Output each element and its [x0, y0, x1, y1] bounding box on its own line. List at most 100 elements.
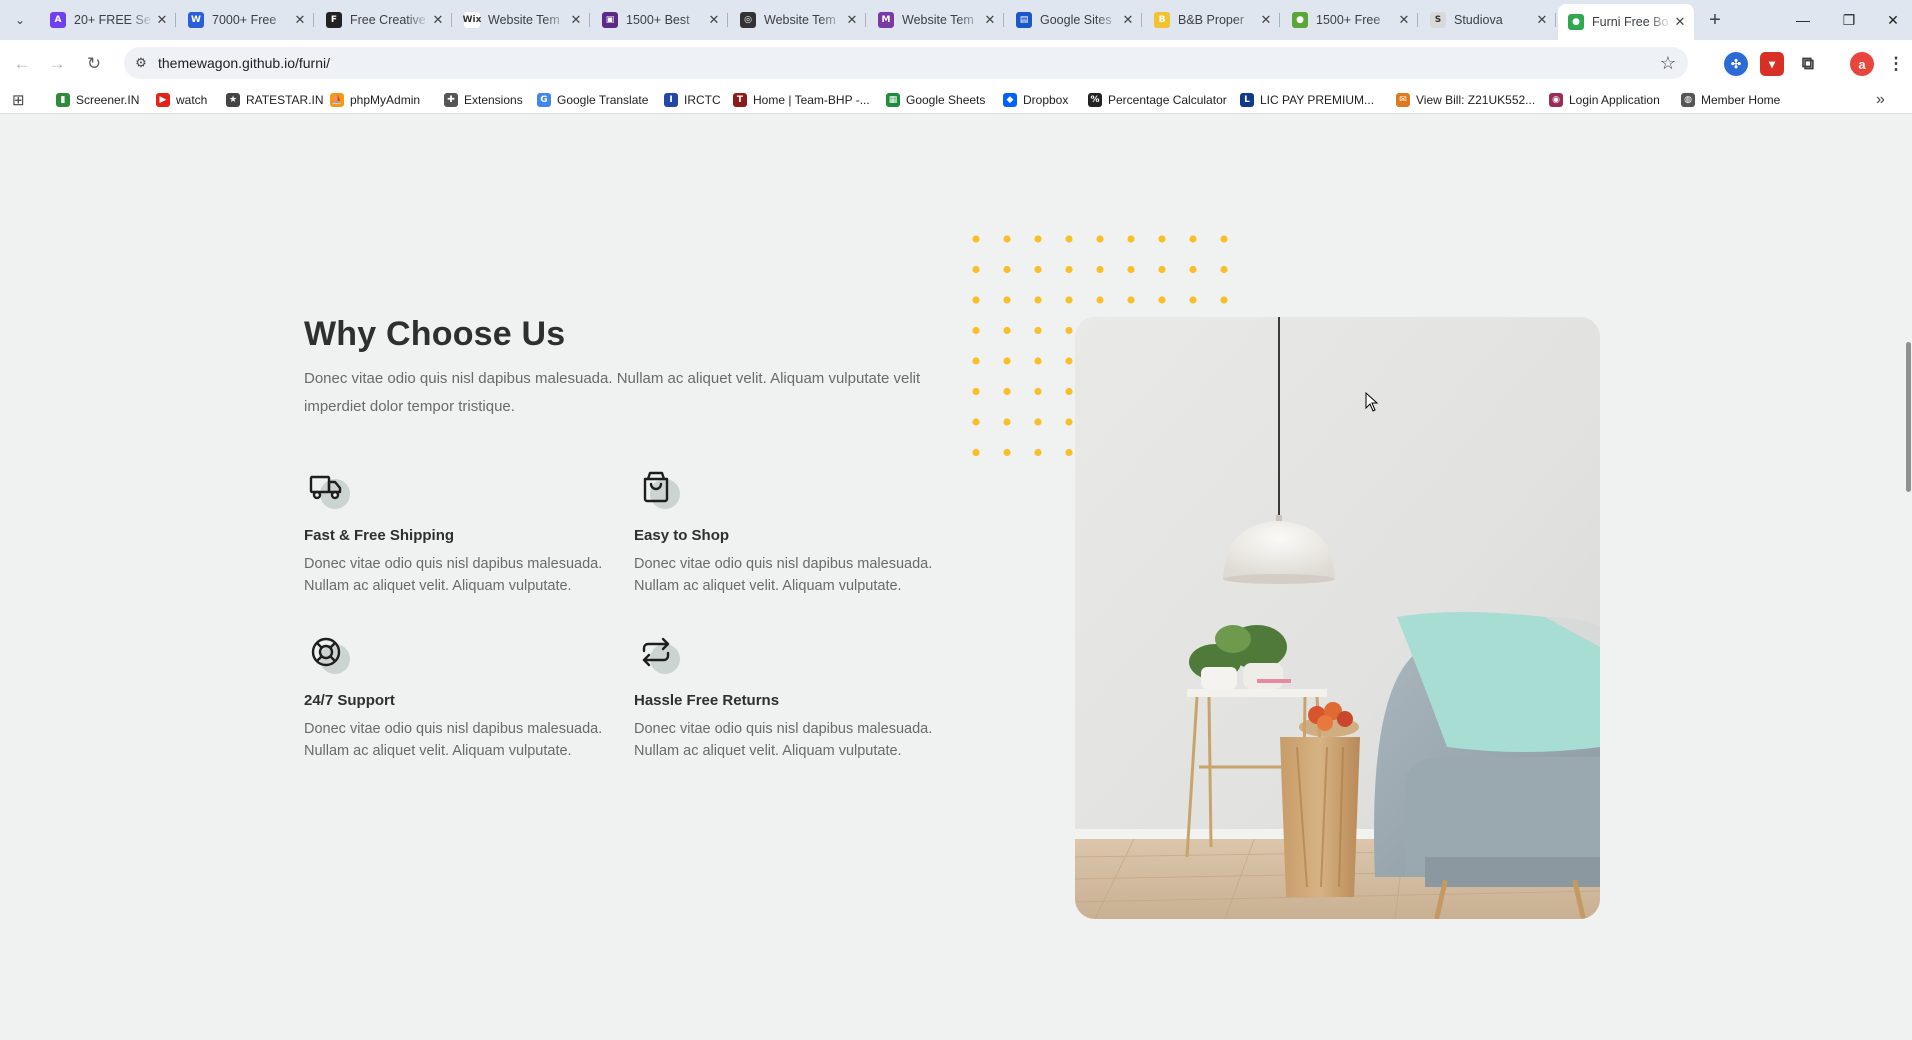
browser-tab[interactable]: S Studiova ✕	[1420, 6, 1556, 34]
tab-title: Website Tem	[902, 13, 974, 27]
bookmark-item[interactable]: G Google Translate	[537, 90, 648, 110]
restore-button[interactable]: ❐	[1826, 0, 1872, 40]
accent-dot	[1065, 448, 1073, 457]
accent-dot	[1189, 265, 1197, 274]
tab-close-icon[interactable]: ✕	[706, 12, 722, 28]
tab-title: Free Creative	[350, 13, 426, 27]
accent-dot	[1220, 265, 1228, 274]
tab-title: 20+ FREE Se	[74, 13, 151, 27]
bookmark-item[interactable]: ▦ Google Sheets	[886, 90, 985, 110]
bookmark-label: Login Application	[1569, 93, 1660, 107]
bookmark-item[interactable]: ✚ Extensions	[444, 90, 523, 110]
tab-close-icon[interactable]: ✕	[1258, 12, 1274, 28]
accent-dot	[1034, 235, 1042, 243]
site-info-icon[interactable]: ⚙	[124, 55, 158, 71]
url-text[interactable]: themewagon.github.io/furni/	[158, 55, 330, 71]
browser-tab[interactable]: ▣ 1500+ Best ✕	[592, 6, 728, 34]
accent-dot	[972, 418, 980, 426]
tab-title: Google Sites	[1040, 13, 1112, 27]
bookmark-item[interactable]: ◍ Member Home	[1681, 90, 1780, 110]
bookmark-favicon-icon: T	[733, 93, 747, 107]
minimize-button[interactable]: —	[1780, 0, 1826, 40]
reload-button[interactable]: ↻	[80, 50, 108, 78]
accent-dot	[972, 265, 980, 274]
accent-dot	[972, 387, 980, 396]
tab-close-icon[interactable]: ✕	[1534, 12, 1550, 28]
new-tab-button[interactable]: +	[1702, 8, 1728, 32]
accent-dot	[1127, 296, 1135, 304]
bookmark-label: Google Sheets	[906, 93, 986, 107]
bookmark-item[interactable]: % Percentage Calculator	[1088, 90, 1227, 110]
tab-favicon-icon: ●	[1292, 12, 1308, 28]
extension-globe-icon[interactable]: ✣	[1724, 52, 1748, 76]
bookmark-favicon-icon: L	[1240, 93, 1254, 107]
tab-close-icon[interactable]: ✕	[154, 12, 170, 28]
scrollbar-thumb[interactable]	[1906, 342, 1911, 492]
bookmark-favicon-icon: ✚	[444, 93, 458, 107]
tab-separator	[589, 13, 590, 27]
bookmark-star-icon[interactable]: ☆	[1660, 53, 1676, 74]
bookmark-item[interactable]: ✉ View Bill: Z21UK552...	[1396, 90, 1535, 110]
accent-dot	[1065, 387, 1073, 396]
browser-tab[interactable]: B B&B Proper ✕	[1144, 6, 1280, 34]
tab-separator	[727, 13, 728, 27]
tab-close-icon[interactable]: ✕	[292, 12, 308, 28]
bookmark-favicon-icon: ✉	[1396, 93, 1410, 107]
bookmark-item[interactable]: ⛵ phpMyAdmin	[330, 90, 420, 110]
browser-tab[interactable]: ▤ Google Sites ✕	[1006, 6, 1142, 34]
bookmark-label: Google Translate	[557, 93, 649, 107]
tab-favicon-icon: F	[326, 12, 342, 28]
extension-shield-icon[interactable]: ▾	[1760, 52, 1784, 76]
section-title: Why Choose Us	[304, 315, 566, 353]
tab-close-icon[interactable]: ✕	[844, 12, 860, 28]
apps-grid-icon[interactable]: ⊞	[12, 90, 25, 110]
tab-title: 1500+ Free	[1316, 13, 1381, 27]
bookmark-favicon-icon: ◍	[1681, 93, 1695, 107]
bookmark-item[interactable]: T Home | Team-BHP -...	[733, 90, 870, 110]
feature-title: Easy to Shop	[634, 527, 730, 544]
bookmark-item[interactable]: I IRCTC	[664, 90, 721, 110]
more-bookmarks-chevron-icon[interactable]: »	[1876, 90, 1885, 110]
bookmark-item[interactable]: ▮ Screener.IN	[56, 90, 139, 110]
browser-tab[interactable]: W 7000+ Free ✕	[178, 6, 314, 34]
bookmark-favicon-icon: ▶	[156, 93, 170, 107]
bookmark-item[interactable]: ★ RATESTAR.IN	[226, 90, 324, 110]
address-bar[interactable]: ⚙ themewagon.github.io/furni/ ☆	[124, 47, 1688, 79]
accent-dot	[1065, 357, 1073, 365]
accent-dot	[1034, 296, 1042, 304]
back-button[interactable]: ←	[8, 50, 36, 78]
living-room-photo	[1075, 317, 1600, 919]
tab-favicon-icon: S	[1430, 12, 1446, 28]
browser-tab[interactable]: M Website Tem ✕	[868, 6, 1004, 34]
bookmark-item[interactable]: L LIC PAY PREMIUM...	[1240, 90, 1374, 110]
browser-tab[interactable]: F Free Creative ✕	[316, 6, 452, 34]
accent-dot	[1158, 265, 1166, 274]
page-scrollbar[interactable]	[1904, 115, 1912, 1040]
close-window-button[interactable]: ✕	[1870, 0, 1912, 40]
browser-tab[interactable]: A 20+ FREE Se ✕	[40, 6, 176, 34]
browser-tab[interactable]: ● Furni Free Bo ✕	[1558, 4, 1694, 40]
accent-dot	[1003, 387, 1011, 396]
tab-close-icon[interactable]: ✕	[982, 12, 998, 28]
profile-avatar[interactable]: a	[1850, 52, 1874, 76]
tab-close-icon[interactable]: ✕	[1396, 12, 1412, 28]
extensions-puzzle-icon[interactable]: ⧉	[1796, 52, 1820, 76]
bookmark-item[interactable]: ▶ watch	[156, 90, 207, 110]
tab-close-icon[interactable]: ✕	[1120, 12, 1136, 28]
bookmark-favicon-icon: ▦	[886, 93, 900, 107]
browser-tab[interactable]: ◎ Website Tem ✕	[730, 6, 866, 34]
tab-search-chevron-icon[interactable]: ⌄	[8, 8, 32, 32]
truck-icon	[309, 475, 342, 500]
browser-tab[interactable]: ● 1500+ Free ✕	[1282, 6, 1418, 34]
accent-dot	[972, 235, 980, 243]
browser-menu-icon[interactable]: ⋮	[1884, 52, 1908, 76]
bookmark-item[interactable]: ◆ Dropbox	[1003, 90, 1068, 110]
bookmark-label: Percentage Calculator	[1108, 93, 1227, 107]
bookmark-item[interactable]: ◉ Login Application	[1549, 90, 1660, 110]
browser-tab[interactable]: Wix Website Tem ✕	[454, 6, 590, 34]
forward-button[interactable]: →	[43, 50, 71, 78]
tab-close-icon[interactable]: ✕	[568, 12, 584, 28]
tab-close-icon[interactable]: ✕	[430, 12, 446, 28]
accent-dot	[1220, 235, 1228, 243]
tab-close-icon[interactable]: ✕	[1672, 14, 1688, 30]
